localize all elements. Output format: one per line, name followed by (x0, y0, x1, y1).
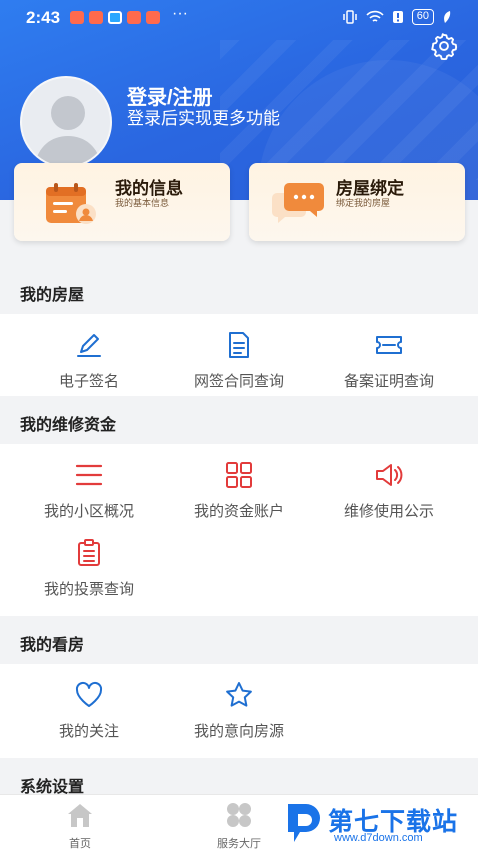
e-signature-label: 电子签名 (58, 373, 119, 390)
calendar-profile-icon (46, 183, 96, 224)
site-logo-icon (288, 804, 320, 842)
record-certificate-label: 备案证明查询 (343, 373, 434, 390)
section-title: 我的维修资金 (20, 417, 117, 434)
more-notifications-icon: ··· (172, 5, 188, 22)
section-maintenance-header: 我的维修资金 (0, 398, 478, 444)
vote-query-button[interactable]: 我的投票查询 (9, 538, 169, 599)
vibrate-icon (343, 10, 357, 24)
contract-query-label: 网签合同查询 (193, 373, 284, 390)
login-hint: 登录后实现更多功能 (127, 109, 280, 128)
intended-listings-button[interactable]: 我的意向房源 (159, 680, 319, 741)
section-my-house-header: 我的房屋 (0, 268, 478, 314)
app-notification-icon (70, 11, 84, 24)
record-certificate-button[interactable]: 备案证明查询 (309, 330, 469, 391)
app-notification-icon (127, 11, 141, 24)
section-maintenance: 我的小区概况 我的资金账户 维修使用公示 我的投票查询 (0, 444, 478, 616)
user-silhouette-icon (34, 96, 102, 166)
settings-button[interactable] (430, 32, 458, 61)
battery-indicator: 60 (411, 9, 434, 25)
nav-service-label: 服务大厅 (217, 838, 261, 850)
status-bar: 2:43 ··· 60 (0, 0, 478, 36)
fund-account-label: 我的资金账户 (193, 503, 284, 520)
system-status: 60 (342, 9, 452, 25)
nav-home-label: 首页 (69, 838, 91, 850)
house-binding-card[interactable]: 房屋绑定 绑定我的房屋 (249, 163, 465, 241)
speaker-icon (376, 464, 403, 486)
app-notification-icon (146, 11, 160, 24)
watermark-url: www.d7down.com (334, 832, 423, 844)
maintenance-notice-button[interactable]: 维修使用公示 (309, 460, 469, 521)
avatar[interactable] (20, 76, 112, 168)
fund-account-button[interactable]: 我的资金账户 (159, 460, 319, 521)
wifi-icon (366, 10, 384, 22)
ticket-icon (376, 336, 402, 354)
app-notification-icon (89, 11, 103, 24)
my-info-subtitle: 我的基本信息 (115, 198, 170, 208)
nav-home[interactable]: 首页 (30, 801, 130, 850)
list-icon (75, 464, 103, 486)
maintenance-notice-label: 维修使用公示 (343, 503, 434, 520)
section-title: 我的房屋 (20, 287, 85, 304)
house-binding-subtitle: 绑定我的房屋 (336, 198, 391, 208)
document-icon (229, 332, 249, 358)
my-favorites-label: 我的关注 (58, 723, 119, 740)
my-favorites-button[interactable]: 我的关注 (9, 680, 169, 741)
status-time: 2:43 (26, 8, 61, 27)
community-overview-label: 我的小区概况 (43, 503, 134, 520)
contract-query-button[interactable]: 网签合同查询 (159, 330, 319, 391)
home-icon (68, 804, 92, 827)
vote-query-label: 我的投票查询 (43, 581, 134, 598)
e-signature-button[interactable]: 电子签名 (9, 330, 169, 391)
heart-icon (75, 681, 103, 707)
leaf-icon (444, 11, 451, 23)
intended-listings-label: 我的意向房源 (193, 723, 284, 740)
chat-bubble-icon (272, 183, 324, 223)
section-viewing-header: 我的看房 (0, 618, 478, 664)
pen-icon (77, 334, 101, 357)
section-title: 我的看房 (20, 637, 85, 654)
grid-icon (226, 462, 252, 488)
nav-service-hall[interactable]: 服务大厅 (189, 801, 289, 850)
gear-icon (431, 33, 458, 61)
section-my-house: 电子签名 网签合同查询 备案证明查询 (0, 314, 478, 396)
app-notification-icon (108, 11, 122, 24)
community-overview-button[interactable]: 我的小区概况 (9, 460, 169, 521)
star-icon (226, 682, 252, 707)
vote-list-icon (78, 539, 100, 566)
download-site-watermark: 第七下载站 www.d7down.com (284, 798, 478, 850)
section-viewing: 我的关注 我的意向房源 (0, 664, 478, 758)
notification-icons (70, 11, 160, 24)
my-info-card[interactable]: 我的信息 我的基本信息 (14, 163, 230, 241)
service-grid-icon (227, 803, 251, 827)
alert-icon (392, 11, 403, 23)
